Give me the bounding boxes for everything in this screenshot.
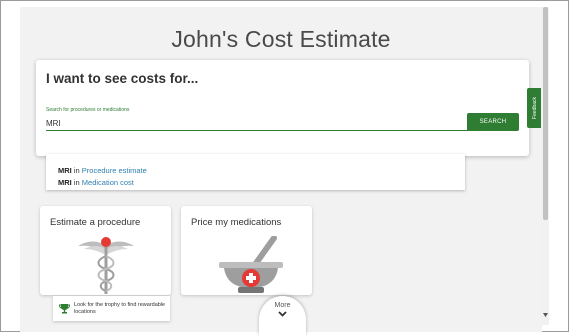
search-card: I want to see costs for... Search for pr… (36, 60, 529, 156)
suggestion-category: Medication cost (81, 178, 134, 187)
scroll-down-arrow-icon[interactable] (543, 313, 548, 317)
trophy-icon (59, 304, 70, 314)
search-input[interactable] (46, 116, 498, 131)
feedback-label: Feedback (531, 97, 538, 119)
trophy-hint-card: Look for the trophy to find rewardable l… (53, 296, 170, 321)
feedback-tab[interactable]: Feedback (527, 88, 542, 128)
search-field-label: Search for procedures or medications (46, 107, 130, 113)
trophy-hint-text: Look for the trophy to find rewardable l… (74, 302, 166, 315)
more-label: More (274, 302, 291, 309)
tile-title: Price my medications (191, 217, 282, 228)
suggestion-procedure-estimate[interactable]: MRI in Procedure estimate (58, 166, 147, 175)
tile-estimate-procedure[interactable]: Estimate a procedure (40, 206, 171, 295)
suggestion-connector: in (73, 166, 80, 175)
suggestion-connector: in (73, 178, 80, 187)
suggestion-medication-cost[interactable]: MRI in Medication cost (58, 178, 134, 187)
search-button[interactable]: SEARCH (467, 113, 519, 131)
suggestion-term: MRI (58, 178, 72, 187)
page-title: John's Cost Estimate (171, 26, 391, 52)
suggestion-category: Procedure estimate (81, 166, 147, 175)
mortar-pestle-icon (219, 236, 283, 293)
search-heading: I want to see costs for... (46, 71, 199, 86)
caduceus-icon (78, 237, 134, 294)
suggestion-dropdown: MRI in Procedure estimate MRI in Medicat… (46, 154, 465, 190)
chevron-down-icon (278, 311, 287, 317)
more-button[interactable]: More (259, 296, 306, 336)
tile-title: Estimate a procedure (50, 217, 141, 228)
suggestion-term: MRI (58, 166, 72, 175)
scrollbar-thumb[interactable] (543, 7, 548, 220)
tile-price-medications[interactable]: Price my medications (181, 206, 312, 295)
